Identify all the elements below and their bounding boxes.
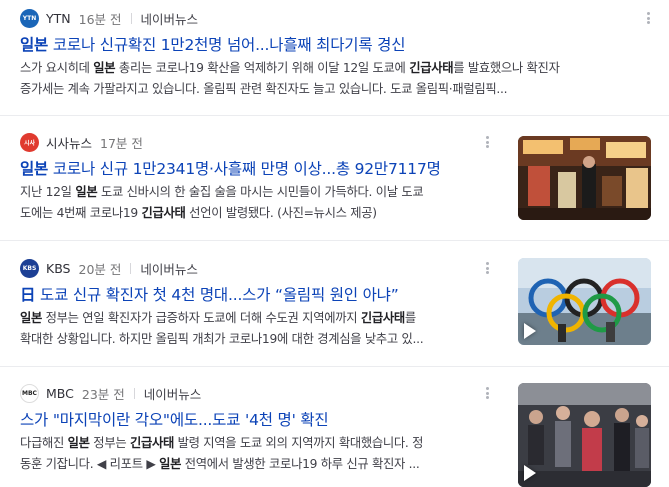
desc-text: 전역에서 발생한 코로나19 하루 신규 확진자 ... bbox=[181, 457, 420, 471]
mbc-logo-icon[interactable]: MBC bbox=[20, 383, 39, 403]
news-item: 시사 시사뉴스 17분 전 일본 코로나 신규 1만2341명·사흘째 만명 이… bbox=[0, 116, 669, 236]
desc-line: 확대한 상황입니다. 하지만 올림픽 개최가 코로나19에 대한 경계심을 낮추… bbox=[20, 329, 510, 350]
keyword-highlight: 일본 bbox=[159, 457, 182, 471]
time-ago: 20분 전 bbox=[78, 261, 122, 277]
play-icon[interactable] bbox=[524, 465, 536, 481]
video-thumbnail[interactable] bbox=[518, 383, 651, 487]
logo-text: KBS bbox=[22, 264, 37, 272]
desc-line: 지난 12일 일본 도쿄 신바시의 한 술집 술을 마시는 시민들이 가득하다.… bbox=[20, 182, 510, 203]
title-highlight: 일본 bbox=[20, 36, 49, 54]
divider bbox=[133, 387, 135, 399]
title-text: 도쿄 신규 확진자 첫 4천 명대...스가 “올림픽 원인 아냐” bbox=[35, 286, 399, 304]
news-description[interactable]: 지난 12일 일본 도쿄 신바시의 한 술집 술을 마시는 시민들이 가득하다.… bbox=[20, 182, 510, 224]
naver-news-link[interactable]: 네이버뉴스 bbox=[144, 384, 202, 403]
desc-line: 동훈 기잡니다. ◀ 리포트 ▶ 일본 전역에서 발생한 코로나19 하루 신규… bbox=[20, 454, 510, 475]
keyword-highlight: 일본 bbox=[20, 311, 43, 325]
divider bbox=[130, 262, 132, 274]
desc-text: 를 bbox=[404, 311, 416, 325]
news-description[interactable]: 스가 요시히데 일본 총리는 코로나19 확산을 억제하기 위해 이달 12일 … bbox=[20, 58, 650, 100]
play-icon[interactable] bbox=[524, 323, 536, 339]
keyword-highlight: 긴급사태 bbox=[141, 206, 186, 220]
desc-text: 확대한 상황입니다. 하지만 올림픽 개최가 코로나19에 대한 경계심을 낮추… bbox=[20, 332, 424, 346]
desc-text: 를 발효했으나 확진자 bbox=[453, 61, 560, 75]
news-title[interactable]: 일본 코로나 신규 1만2341명·사흘째 만명 이상...총 92만7117명 bbox=[20, 157, 510, 179]
logo-text: MBC bbox=[22, 389, 37, 397]
desc-text: 증가세는 계속 가팔라지고 있습니다. 올림픽 관련 확진자도 늘고 있습니다.… bbox=[20, 82, 508, 96]
desc-line: 증가세는 계속 가팔라지고 있습니다. 올림픽 관련 확진자도 늘고 있습니다.… bbox=[20, 79, 650, 100]
ytn-logo-icon[interactable]: YTN bbox=[20, 8, 39, 28]
keyword-highlight: 일본 bbox=[93, 61, 116, 75]
crowd-street-photo bbox=[518, 383, 651, 487]
desc-text: 스가 요시히데 bbox=[20, 61, 94, 75]
news-title[interactable]: 일본 코로나 신규확진 1만2천명 넘어...나흘째 최다기록 경신 bbox=[20, 33, 650, 55]
news-title[interactable]: 스가 "마지막이란 각오"에도...도쿄 '4천 명' 확진 bbox=[20, 408, 510, 430]
desc-text: 동훈 기잡니다. ◀ 리포트 ▶ bbox=[20, 457, 160, 471]
news-meta: YTN YTN 16분 전 네이버뉴스 bbox=[20, 8, 198, 28]
desc-line: 다급해진 일본 정부는 긴급사태 발령 지역을 도쿄 외의 지역까지 확대했습니… bbox=[20, 433, 510, 454]
desc-text: 선언이 발령됐다. (사진=뉴시스 제공) bbox=[185, 206, 377, 220]
desc-text: 발령 지역을 도쿄 외의 지역까지 확대했습니다. 정 bbox=[174, 436, 424, 450]
news-description[interactable]: 다급해진 일본 정부는 긴급사태 발령 지역을 도쿄 외의 지역까지 확대했습니… bbox=[20, 433, 510, 475]
news-item: KBS KBS 20분 전 네이버뉴스 日 도쿄 신규 확진자 첫 4천 명대.… bbox=[0, 241, 669, 365]
press-name[interactable]: MBC bbox=[46, 386, 74, 401]
title-text: 코로나 신규 1만2341명·사흘째 만명 이상...총 92만7117명 bbox=[48, 160, 441, 178]
desc-text: 총리는 코로나19 확산을 억제하기 위해 이달 12일 도쿄에 bbox=[115, 61, 410, 75]
title-text: 스가 "마지막이란 각오"에도...도쿄 '4천 명' 확진 bbox=[20, 411, 329, 429]
desc-line: 일본 정부는 연일 확진자가 급증하자 도쿄에 더해 수도권 지역에까지 긴급사… bbox=[20, 308, 510, 329]
news-feed: YTN YTN 16분 전 네이버뉴스 일본 코로나 신규확진 1만2천명 넘어… bbox=[0, 0, 669, 487]
desc-line: 스가 요시히데 일본 총리는 코로나19 확산을 억제하기 위해 이달 12일 … bbox=[20, 58, 650, 79]
news-item: YTN YTN 16분 전 네이버뉴스 일본 코로나 신규확진 1만2천명 넘어… bbox=[0, 0, 669, 120]
news-description[interactable]: 일본 정부는 연일 확진자가 급증하자 도쿄에 더해 수도권 지역에까지 긴급사… bbox=[20, 308, 510, 350]
keyword-highlight: 긴급사태 bbox=[129, 436, 175, 450]
logo-text: 시사 bbox=[23, 139, 36, 147]
news-item: MBC MBC 23분 전 네이버뉴스 스가 "마지막이란 각오"에도...도쿄… bbox=[0, 367, 669, 487]
kbs-logo-icon[interactable]: KBS bbox=[20, 258, 39, 278]
desc-text: 지난 12일 bbox=[20, 185, 76, 199]
desc-text: 도에는 4번째 코로나19 bbox=[20, 206, 142, 220]
title-highlight: 日 bbox=[20, 286, 36, 304]
bar-street-photo bbox=[518, 136, 651, 220]
title-highlight: 일본 bbox=[20, 160, 49, 178]
more-options-icon[interactable] bbox=[484, 260, 490, 276]
time-ago: 17분 전 bbox=[100, 135, 143, 151]
logo-text: YTN bbox=[22, 14, 37, 22]
more-options-icon[interactable] bbox=[484, 385, 490, 401]
sisa-news-logo-icon[interactable]: 시사 bbox=[20, 132, 39, 152]
time-ago: 16분 전 bbox=[78, 11, 122, 27]
video-thumbnail[interactable] bbox=[518, 258, 651, 345]
divider bbox=[130, 12, 132, 24]
news-thumbnail[interactable] bbox=[518, 136, 651, 220]
news-title[interactable]: 日 도쿄 신규 확진자 첫 4천 명대...스가 “올림픽 원인 아냐” bbox=[20, 283, 510, 305]
olympic-rings-photo bbox=[518, 258, 651, 345]
naver-news-link[interactable]: 네이버뉴스 bbox=[141, 9, 199, 28]
desc-text: 다급해진 bbox=[20, 436, 68, 450]
more-options-icon[interactable] bbox=[484, 134, 490, 150]
press-name[interactable]: YTN bbox=[46, 11, 71, 26]
desc-text: 정부는 연일 확진자가 급증하자 도쿄에 더해 수도권 지역에까지 bbox=[42, 311, 361, 325]
more-options-icon[interactable] bbox=[645, 10, 651, 26]
naver-news-link[interactable]: 네이버뉴스 bbox=[140, 259, 198, 278]
news-meta: KBS KBS 20분 전 네이버뉴스 bbox=[20, 258, 198, 278]
press-name[interactable]: KBS bbox=[46, 261, 71, 276]
title-text: 코로나 신규확진 1만2천명 넘어...나흘째 최다기록 경신 bbox=[48, 36, 406, 54]
keyword-highlight: 일본 bbox=[75, 185, 98, 199]
desc-text: 도쿄 신바시의 한 술집 술을 마시는 시민들이 가득하다. 이날 도쿄 bbox=[97, 185, 424, 199]
desc-text: 정부는 bbox=[89, 436, 130, 450]
news-meta: 시사 시사뉴스 17분 전 bbox=[20, 132, 143, 152]
keyword-highlight: 긴급사태 bbox=[409, 61, 454, 75]
desc-line: 도에는 4번째 코로나19 긴급사태 선언이 발령됐다. (사진=뉴시스 제공) bbox=[20, 203, 510, 224]
keyword-highlight: 일본 bbox=[67, 436, 90, 450]
press-name[interactable]: 시사뉴스 bbox=[46, 133, 92, 152]
time-ago: 23분 전 bbox=[81, 386, 125, 402]
keyword-highlight: 긴급사태 bbox=[360, 311, 405, 325]
news-meta: MBC MBC 23분 전 네이버뉴스 bbox=[20, 383, 201, 403]
